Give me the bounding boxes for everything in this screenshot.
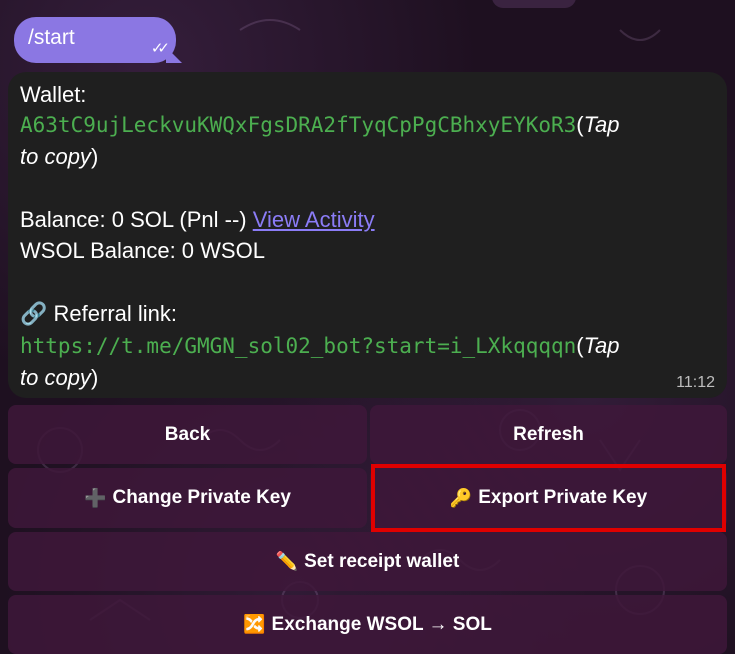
wsol-balance: WSOL Balance: 0 WSOL <box>20 238 265 263</box>
referral-label: Referral link: <box>53 301 178 326</box>
tap-to-copy-text-2: to copy <box>20 144 91 169</box>
wallet-address-line: A63tC9ujLeckvuKWQxFgsDRA2fTyqCpPgCBhxyEY… <box>20 112 620 138</box>
tap-close-paren: ) <box>90 144 99 169</box>
back-button-label: Back <box>164 423 211 445</box>
outgoing-message-text: /start <box>28 26 75 49</box>
wallet-address[interactable]: A63tC9ujLeckvuKWQxFgsDRA2fTyqCpPgCBhxyEY… <box>20 113 576 137</box>
exchange-wsol-label: Exchange WSOL → SOL <box>271 613 492 635</box>
balance-text: Balance: 0 SOL (Pnl --) <box>20 207 253 232</box>
message-time: 11:12 <box>676 374 715 391</box>
tap-to-copy-text-3: Tap <box>583 333 620 358</box>
change-private-key-button[interactable]: ➕ Change Private Key <box>8 468 367 528</box>
exchange-wsol-button[interactable]: 🔀 Exchange WSOL → SOL <box>8 595 727 654</box>
tap-close-paren-2: ) <box>90 365 99 390</box>
tap-to-copy-line: to copy) <box>20 144 98 170</box>
back-button[interactable]: Back <box>8 405 367 464</box>
top-pinned-tab <box>492 0 576 8</box>
double-check-icon: ✓✓ <box>150 40 170 57</box>
view-activity-link[interactable]: View Activity <box>253 207 375 232</box>
highlight-box <box>371 464 726 532</box>
tap-open-paren-2: ( <box>576 333 584 358</box>
wallet-label: Wallet: <box>20 82 87 107</box>
link-icon: 🔗 <box>20 301 48 326</box>
tap-to-copy-line-2: to copy) <box>20 365 98 391</box>
refresh-button-label: Refresh <box>513 423 584 445</box>
balance-line: Balance: 0 SOL (Pnl --) View Activity <box>20 207 375 233</box>
refresh-button[interactable]: Refresh <box>370 405 727 464</box>
tap-open-paren: ( <box>576 112 584 137</box>
pencil-icon: ✏️ <box>275 551 299 571</box>
set-receipt-wallet-button[interactable]: ✏️ Set receipt wallet <box>8 532 727 591</box>
referral-line: 🔗 Referral link: <box>20 301 177 327</box>
set-receipt-wallet-label: Set receipt wallet <box>304 550 460 572</box>
bot-message-bubble: Wallet: A63tC9ujLeckvuKWQxFgsDRA2fTyqCpP… <box>8 72 727 398</box>
change-private-key-label: Change Private Key <box>112 487 291 508</box>
plus-icon: ➕ <box>84 487 107 508</box>
tap-to-copy-text-4: to copy <box>20 365 91 390</box>
referral-url[interactable]: https://t.me/GMGN_sol02_bot?start=i_LXkq… <box>20 334 576 358</box>
referral-url-line: https://t.me/GMGN_sol02_bot?start=i_LXkq… <box>20 333 620 359</box>
tap-to-copy-text: Tap <box>583 112 620 137</box>
shuffle-icon: 🔀 <box>243 614 266 634</box>
outgoing-message-bubble[interactable]: /start ✓✓ <box>14 17 182 63</box>
